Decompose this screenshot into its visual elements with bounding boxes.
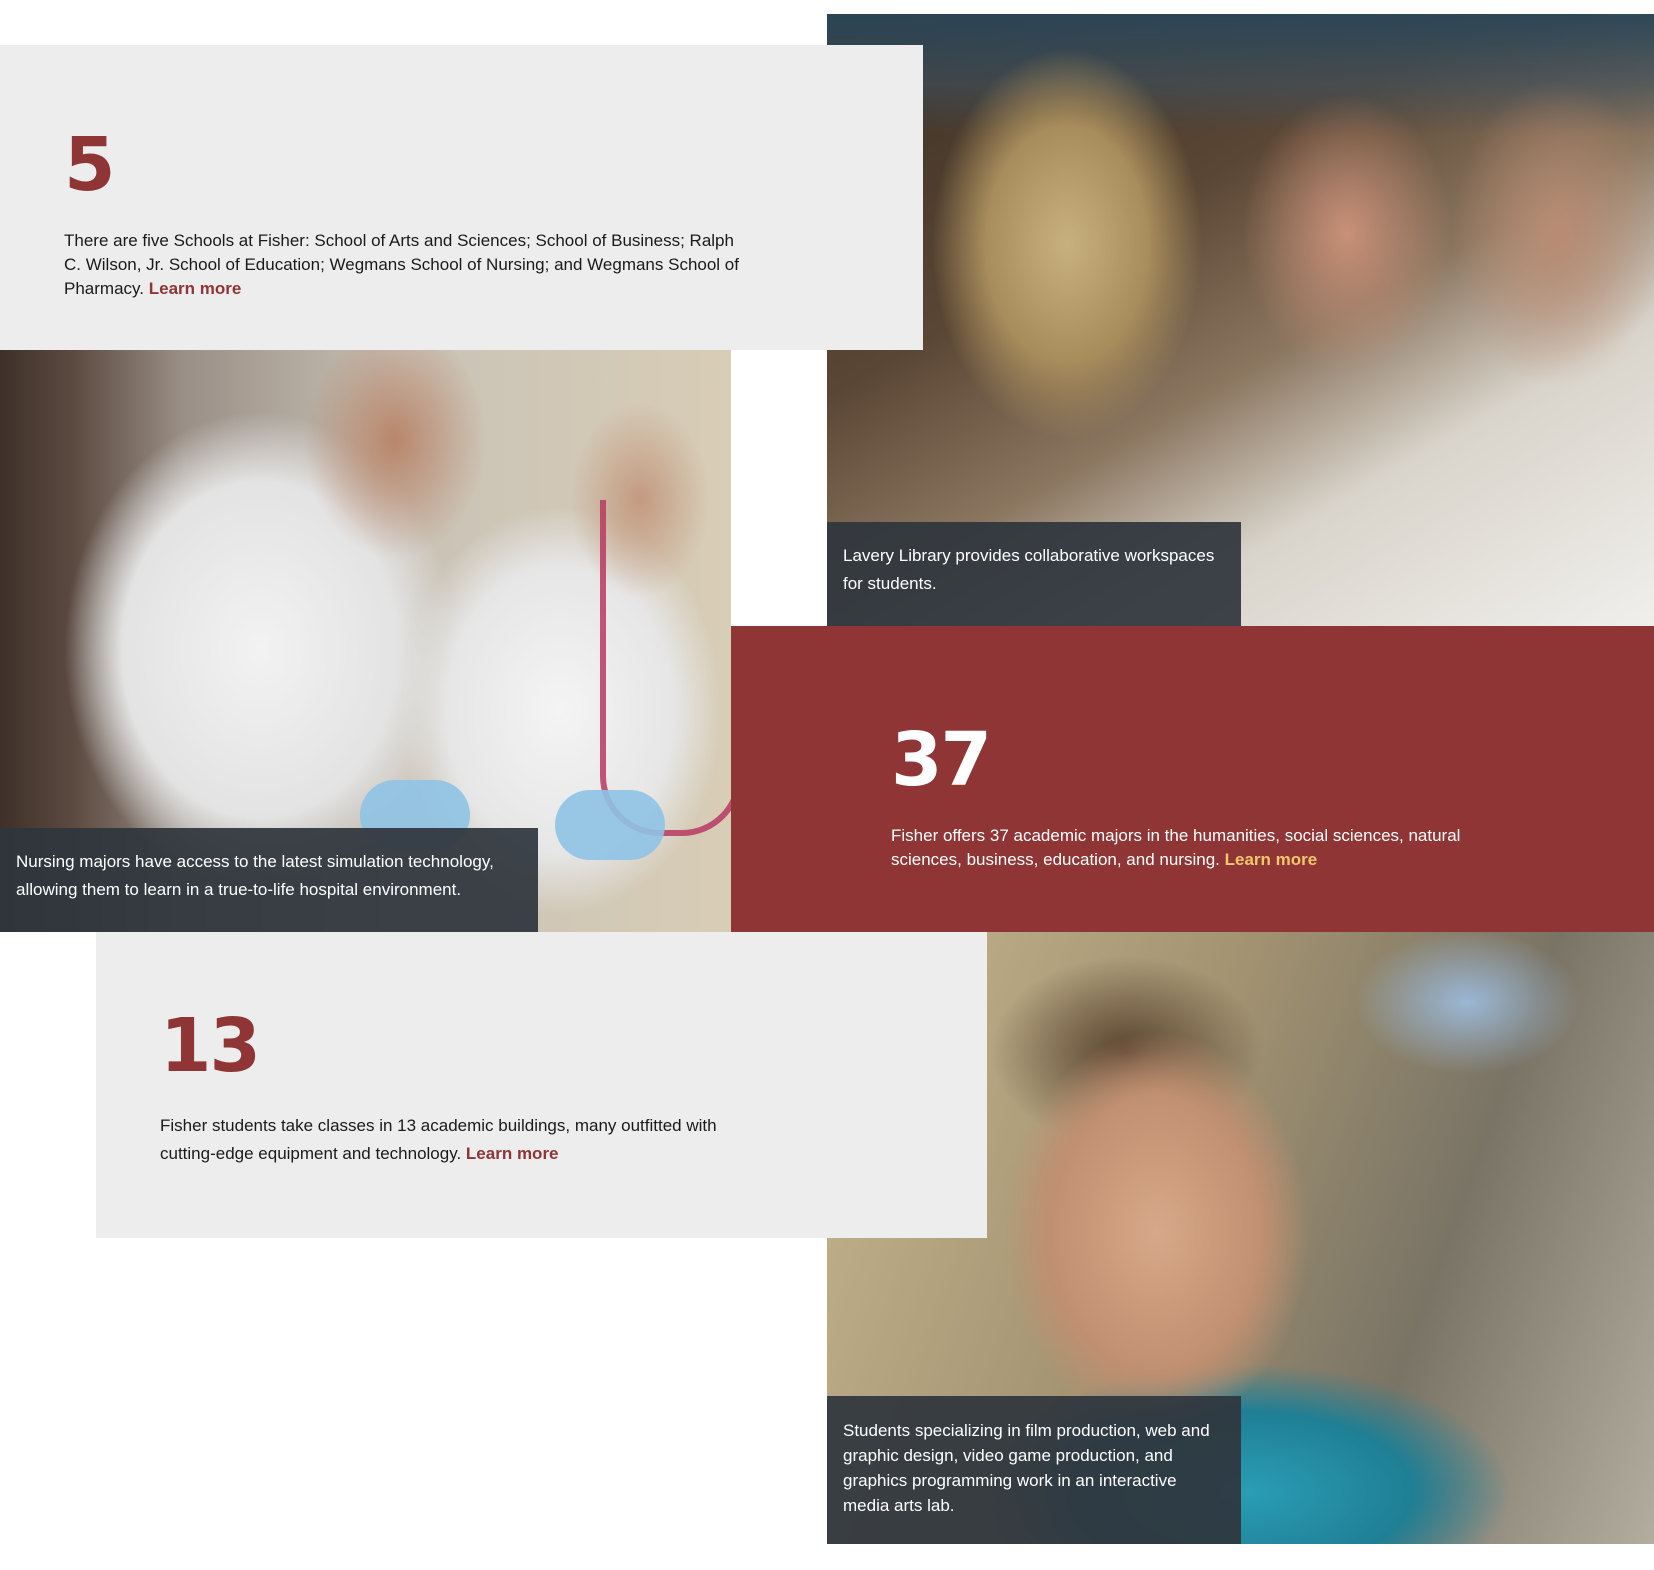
glove-shape <box>555 790 665 860</box>
stat-panel-schools: 5 There are five Schools at Fisher: Scho… <box>0 45 923 350</box>
learn-more-link[interactable]: Learn more <box>466 1144 559 1163</box>
stat-description-text: Fisher offers 37 academic majors in the … <box>891 826 1461 869</box>
stat-description: There are five Schools at Fisher: School… <box>64 229 744 301</box>
stat-number: 37 <box>891 717 992 803</box>
student-caption: Students specializing in film production… <box>827 1396 1241 1544</box>
learn-more-link[interactable]: Learn more <box>1225 850 1318 869</box>
learn-more-link[interactable]: Learn more <box>149 279 242 298</box>
stat-number: 13 <box>160 1003 261 1089</box>
stat-number: 5 <box>64 122 116 208</box>
library-caption: Lavery Library provides collaborative wo… <box>827 522 1241 626</box>
stat-description-text: Fisher students take classes in 13 acade… <box>160 1116 717 1163</box>
student-caption-text: Students specializing in film production… <box>843 1421 1210 1515</box>
stat-panel-majors: 37 Fisher offers 37 academic majors in t… <box>731 626 1654 932</box>
stethoscope-shape <box>600 500 731 836</box>
stat-description: Fisher offers 37 academic majors in the … <box>891 824 1531 872</box>
library-caption-text: Lavery Library provides collaborative wo… <box>843 546 1215 593</box>
stat-description: Fisher students take classes in 13 acade… <box>160 1112 720 1168</box>
stat-panel-buildings: 13 Fisher students take classes in 13 ac… <box>96 932 987 1238</box>
nursing-caption: Nursing majors have access to the latest… <box>0 828 538 932</box>
nursing-caption-text: Nursing majors have access to the latest… <box>16 852 494 899</box>
